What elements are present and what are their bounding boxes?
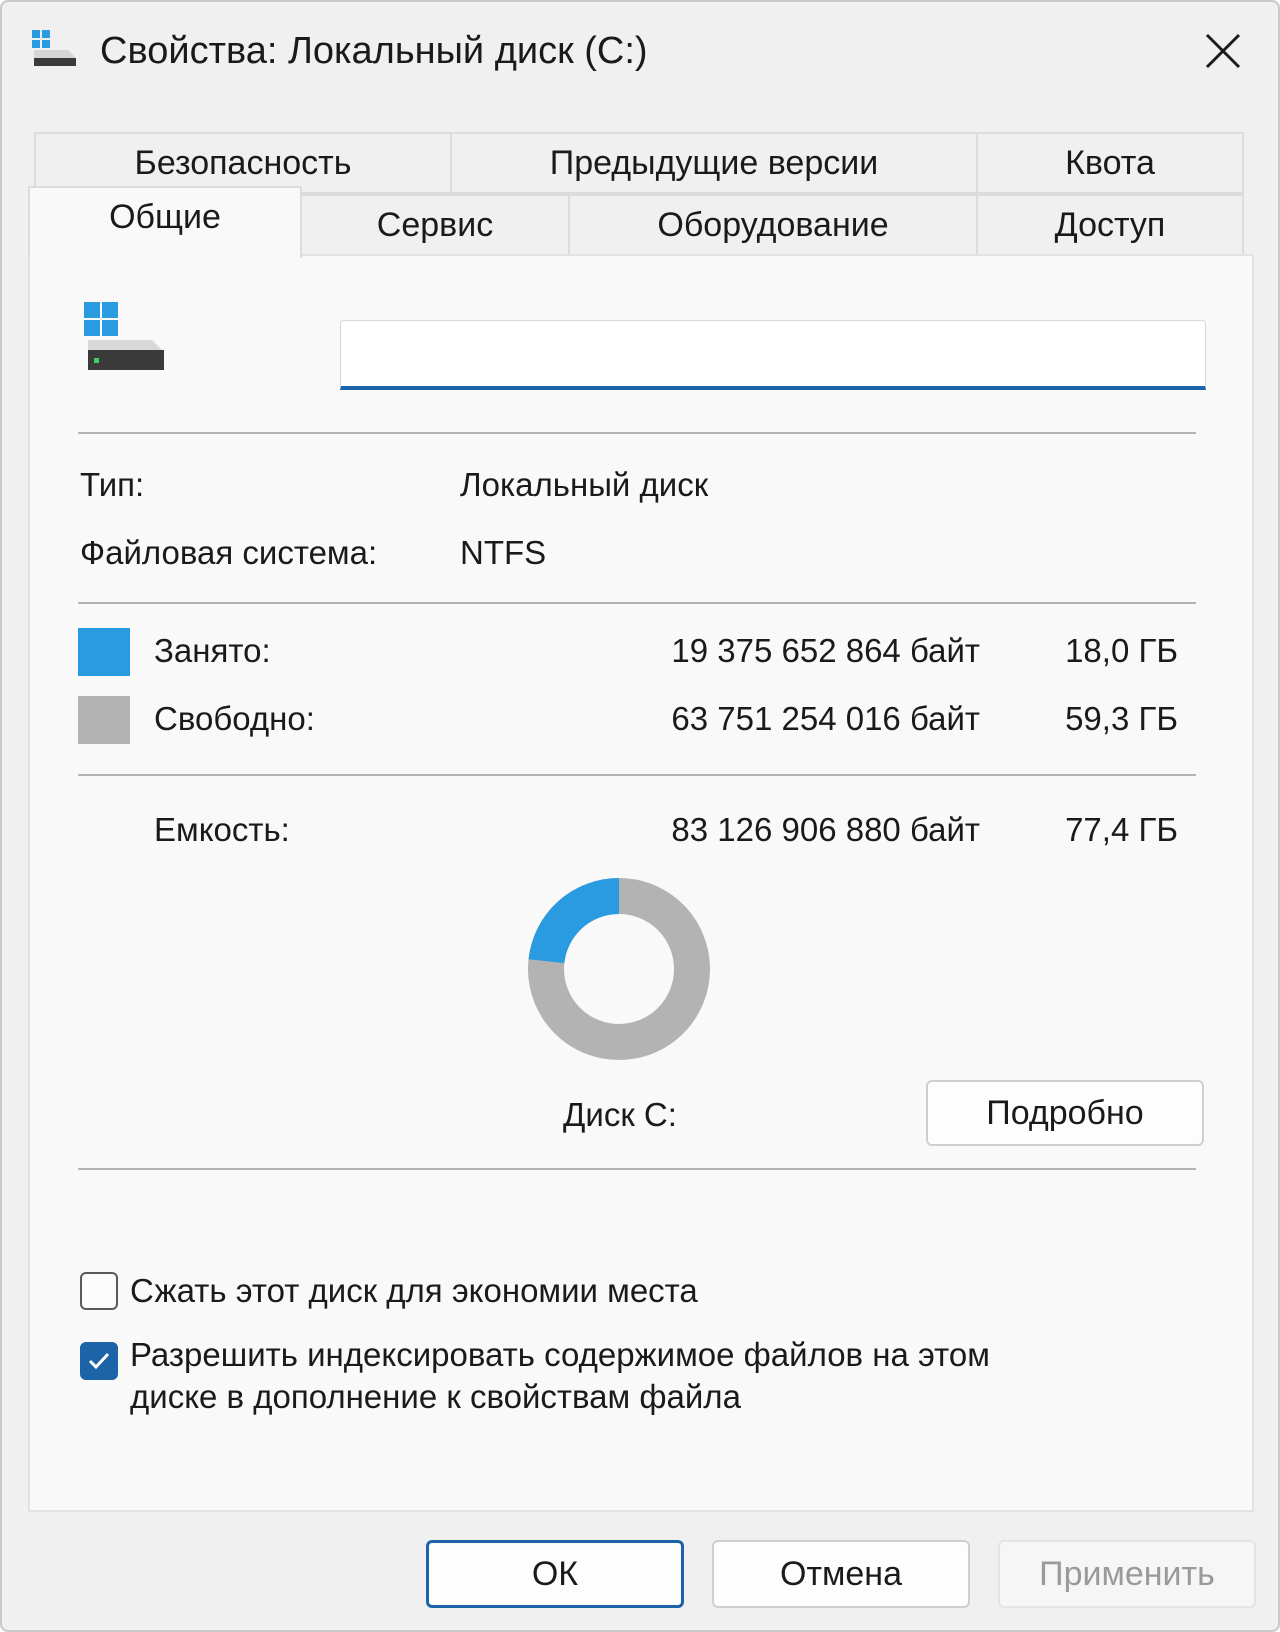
index-label: Разрешить индексировать содержимое файло… <box>130 1334 1210 1418</box>
disk-usage-donut <box>528 878 710 1060</box>
free-space-label: Свободно: <box>154 700 315 737</box>
filesystem-label: Файловая система: <box>80 534 378 571</box>
capacity-label: Емкость: <box>154 811 290 848</box>
compress-label: Сжать этот диск для экономии места <box>130 1272 698 1309</box>
index-checkbox[interactable] <box>80 1342 118 1380</box>
free-space-bytes: 63 751 254 016 байт <box>671 700 980 737</box>
close-icon <box>1205 33 1241 69</box>
filesystem-value: NTFS <box>460 534 547 571</box>
used-space-swatch <box>78 628 130 676</box>
used-space-size: 18,0 ГБ <box>1065 632 1178 669</box>
used-space-arc <box>528 878 620 964</box>
tab-hardware[interactable]: Оборудование <box>568 194 978 256</box>
drive-name-input[interactable] <box>340 320 1206 390</box>
index-label-line2: диске в дополнение к свойствам файла <box>130 1378 741 1415</box>
checkmark-icon <box>88 1352 110 1370</box>
index-label-line1: Разрешить индексировать содержимое файло… <box>130 1336 990 1373</box>
cancel-button[interactable]: Отмена <box>712 1540 970 1608</box>
separator <box>78 432 1196 434</box>
disk-label: Диск C: <box>563 1096 677 1133</box>
separator <box>78 1168 1196 1170</box>
free-space-swatch <box>78 696 130 744</box>
type-label: Тип: <box>80 466 145 503</box>
tab-sharing[interactable]: Доступ <box>976 194 1244 256</box>
close-button[interactable] <box>1198 26 1248 76</box>
title-bar: Свойства: Локальный диск (C:) <box>2 2 1278 102</box>
type-value: Локальный диск <box>460 466 709 503</box>
capacity-size: 77,4 ГБ <box>1065 811 1178 848</box>
apply-button[interactable]: Применить <box>998 1540 1256 1608</box>
compress-checkbox[interactable] <box>80 1272 118 1310</box>
general-tab-panel: Тип: Локальный диск Файловая система: NT… <box>28 254 1254 1512</box>
tab-security[interactable]: Безопасность <box>34 132 452 194</box>
tab-general[interactable]: Общие <box>28 186 302 258</box>
window-title: Свойства: Локальный диск (C:) <box>100 30 648 72</box>
used-space-label: Занято: <box>154 632 271 669</box>
free-space-size: 59,3 ГБ <box>1065 700 1178 737</box>
tab-tools[interactable]: Сервис <box>300 194 570 256</box>
used-space-bytes: 19 375 652 864 байт <box>671 632 980 669</box>
capacity-bytes: 83 126 906 880 байт <box>671 811 980 848</box>
tab-quota[interactable]: Квота <box>976 132 1244 194</box>
properties-dialog: Свойства: Локальный диск (C:) Безопаснос… <box>0 0 1280 1632</box>
separator <box>78 602 1196 604</box>
ok-button[interactable]: ОК <box>426 1540 684 1608</box>
separator <box>78 774 1196 776</box>
drive-icon <box>84 302 164 370</box>
tab-previous-versions[interactable]: Предыдущие версии <box>450 132 978 194</box>
drive-icon <box>32 30 76 66</box>
details-button[interactable]: Подробно <box>926 1080 1204 1146</box>
